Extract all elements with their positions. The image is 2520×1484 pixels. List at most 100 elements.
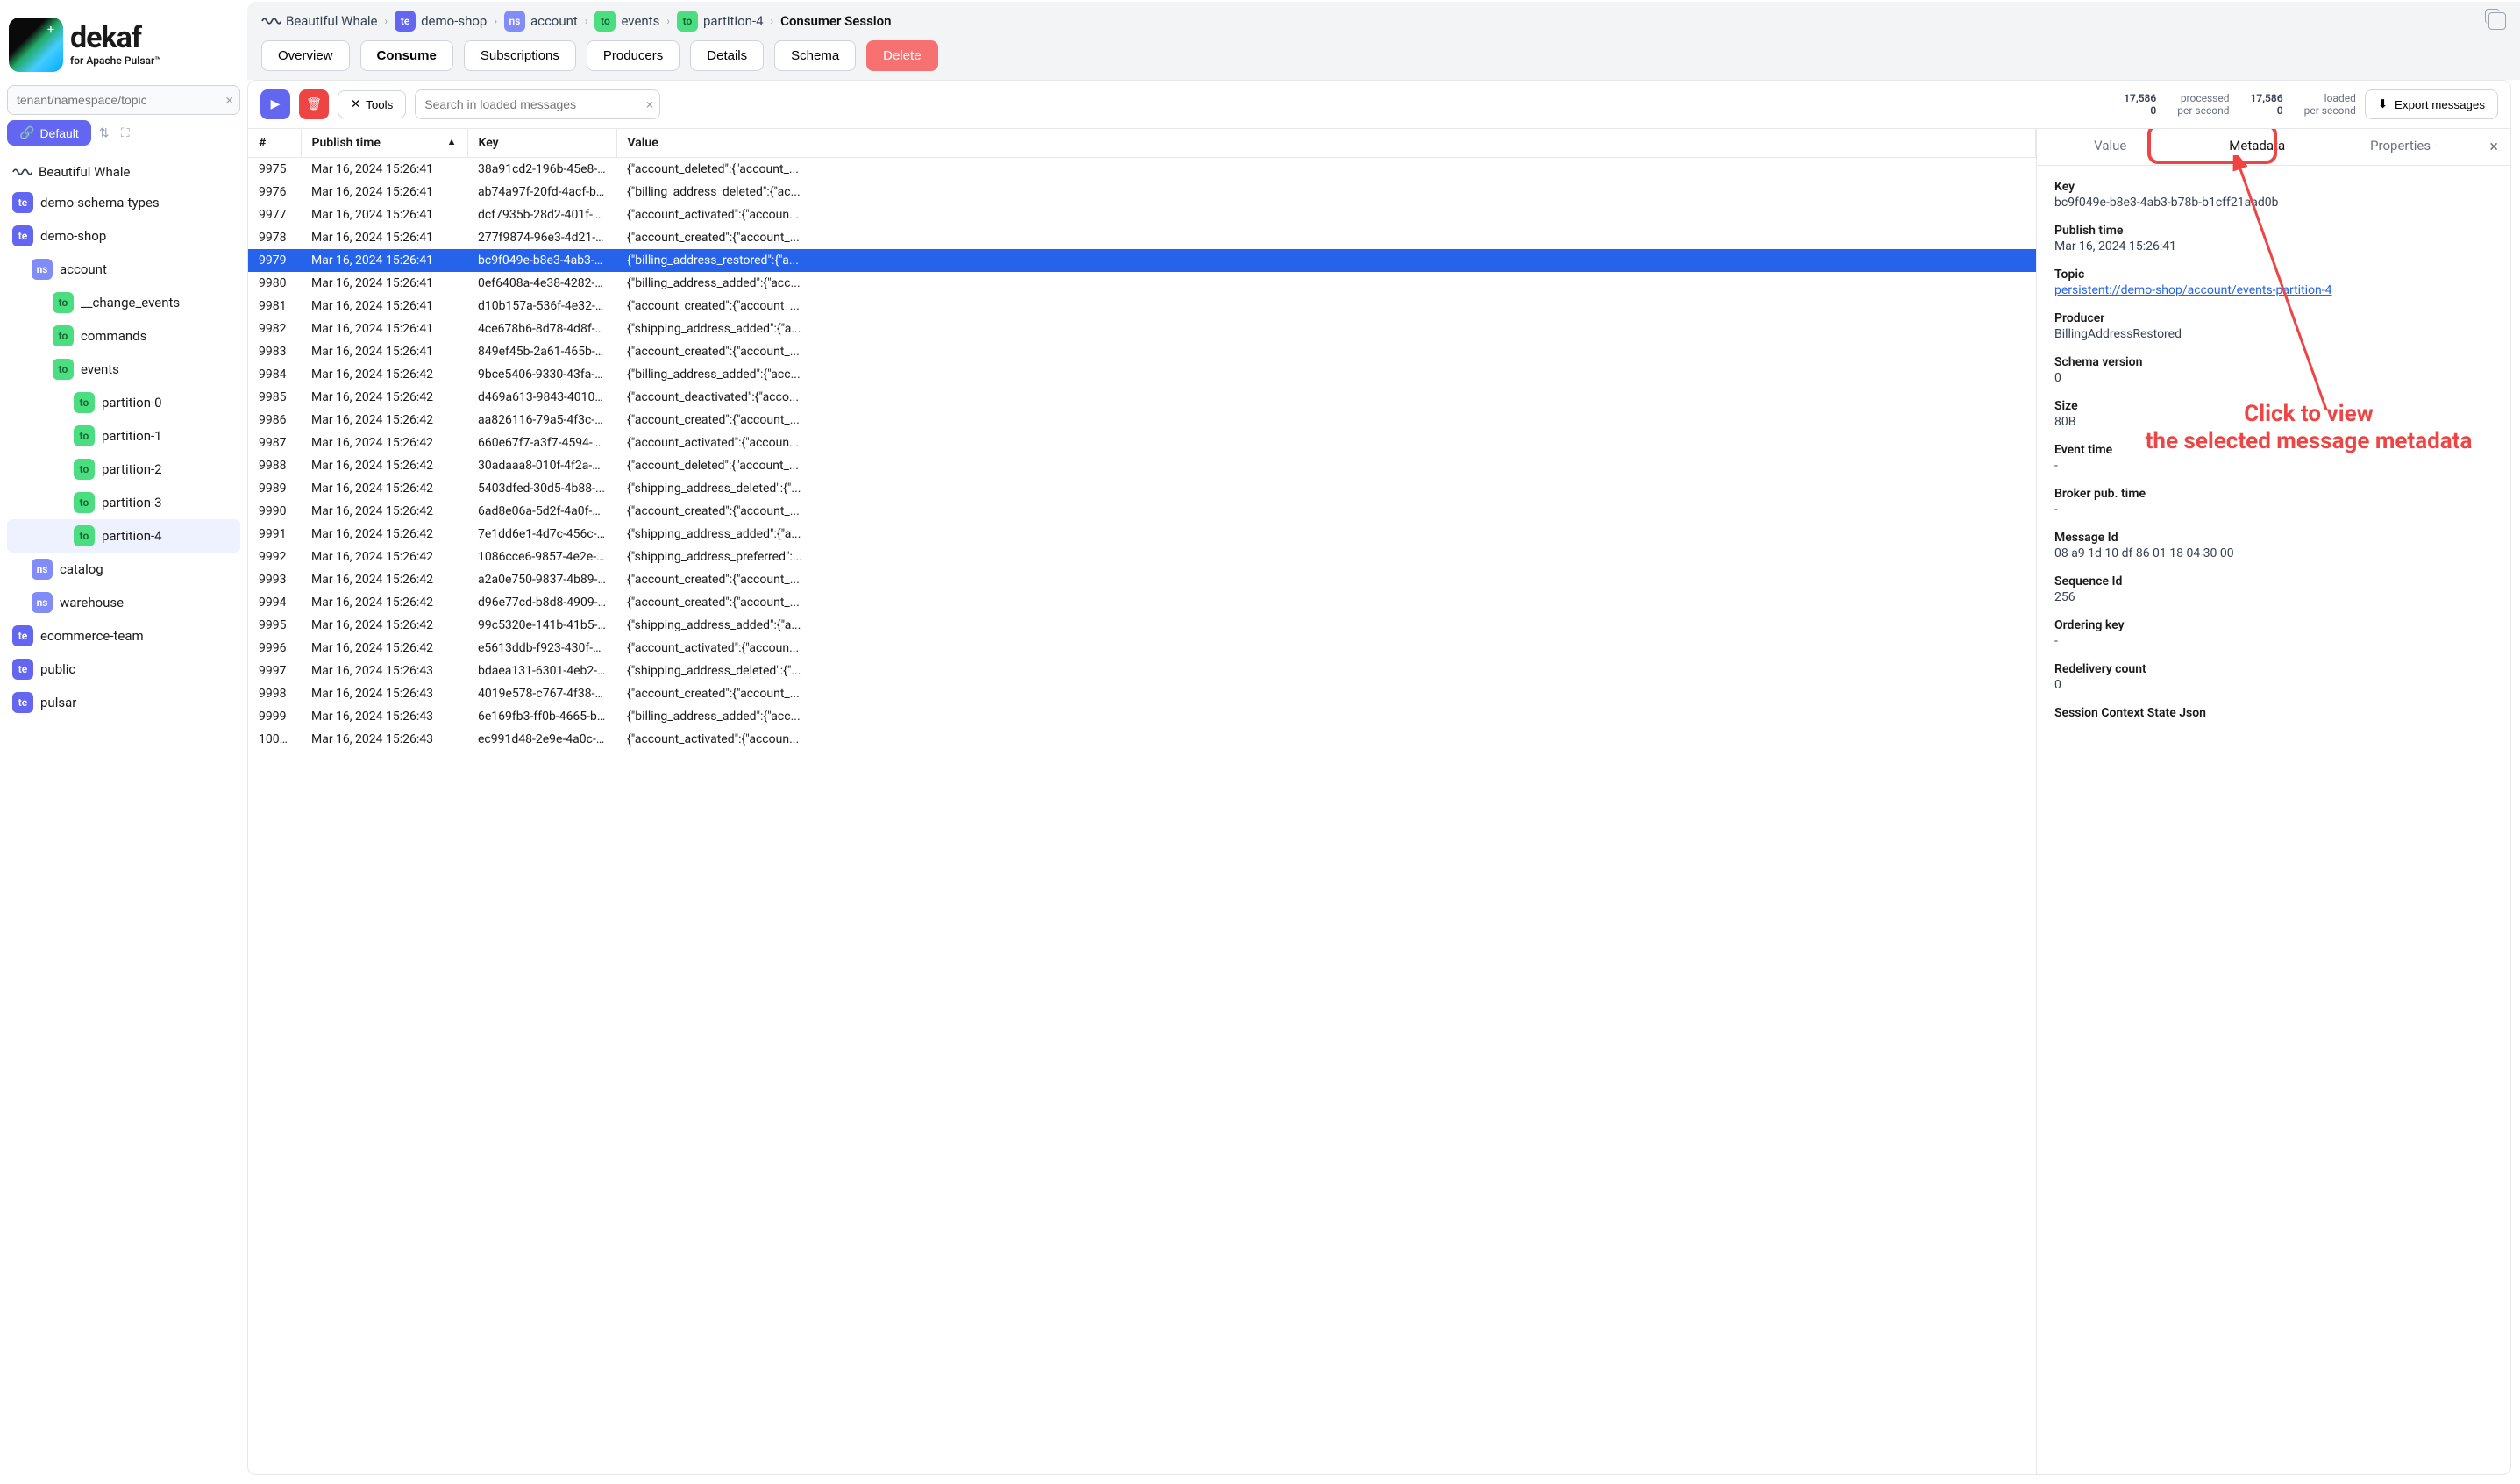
tree-item-demo-shop[interactable]: tedemo-shop <box>7 219 240 253</box>
clear-icon[interactable]: × <box>225 92 233 109</box>
breadcrumb-item[interactable]: tedemo-shop <box>395 11 487 32</box>
tree-item-commands[interactable]: tocommands <box>7 319 240 353</box>
message-row[interactable]: 9991Mar 16, 2024 15:26:427e1dd6e1-4d7c-4… <box>248 523 2036 546</box>
tab-properties[interactable]: Properties- <box>2331 129 2477 165</box>
field-label: Ordering key <box>2054 618 2493 632</box>
message-row[interactable]: 9992Mar 16, 2024 15:26:421086cce6-9857-4… <box>248 546 2036 568</box>
breadcrumb-item[interactable]: topartition-4 <box>677 11 764 32</box>
cell-n: 9990 <box>248 500 301 523</box>
field-value: bc9f049e-b8e3-4ab3-b78b-b1cff21aad0b <box>2054 196 2493 210</box>
message-row[interactable]: 9979Mar 16, 2024 15:26:41bc9f049e-b8e3-4… <box>248 249 2036 272</box>
tab-overview[interactable]: Overview <box>261 40 350 71</box>
field-value: Mar 16, 2024 15:26:41 <box>2054 239 2493 253</box>
message-row[interactable]: 9976Mar 16, 2024 15:26:41ab74a97f-20fd-4… <box>248 181 2036 203</box>
field-size: Size80B <box>2054 399 2493 429</box>
message-row[interactable]: 9995Mar 16, 2024 15:26:4299c5320e-141b-4… <box>248 614 2036 637</box>
message-row[interactable]: 9988Mar 16, 2024 15:26:4230adaaa8-010f-4… <box>248 454 2036 477</box>
message-row[interactable]: 9999Mar 16, 2024 15:26:436e169fb3-ff0b-4… <box>248 705 2036 728</box>
message-row[interactable]: 9985Mar 16, 2024 15:26:42d469a613-9843-4… <box>248 386 2036 409</box>
tab-consume[interactable]: Consume <box>360 40 453 71</box>
field-label: Session Context State Json <box>2054 706 2493 720</box>
export-button[interactable]: ⬇ Export messages <box>2365 89 2498 119</box>
tree-item-partition-0[interactable]: topartition-0 <box>7 386 240 419</box>
message-row[interactable]: 9975Mar 16, 2024 15:26:4138a91cd2-196b-4… <box>248 158 2036 182</box>
message-row[interactable]: 9980Mar 16, 2024 15:26:410ef6408a-4e38-4… <box>248 272 2036 295</box>
tree-label: account <box>60 261 107 277</box>
tab-delete[interactable]: Delete <box>866 40 937 71</box>
message-search-input[interactable] <box>415 89 660 119</box>
tree-item-beautiful-whale[interactable]: Beautiful Whale <box>7 158 240 186</box>
tab-metadata[interactable]: Metadata <box>2183 129 2330 165</box>
tab-details[interactable]: Details <box>690 40 764 71</box>
message-row[interactable]: 9977Mar 16, 2024 15:26:41dcf7935b-28d2-4… <box>248 203 2036 226</box>
message-row[interactable]: 9998Mar 16, 2024 15:26:434019e578-c767-4… <box>248 682 2036 705</box>
field-sequence-id: Sequence Id256 <box>2054 574 2493 604</box>
col-publish-time[interactable]: Publish time▲ <box>301 129 467 158</box>
tools-button[interactable]: ✕ Tools <box>338 90 406 118</box>
cell-k: e5613ddb-f923-430f-9... <box>467 637 616 660</box>
message-row[interactable]: 9984Mar 16, 2024 15:26:429bce5406-9330-4… <box>248 363 2036 386</box>
tree-item-partition-1[interactable]: topartition-1 <box>7 419 240 453</box>
message-row[interactable]: 9981Mar 16, 2024 15:26:41d10b157a-536f-4… <box>248 295 2036 317</box>
cell-t: Mar 16, 2024 15:26:43 <box>301 728 467 751</box>
breadcrumb-item[interactable]: nsaccount <box>504 11 578 32</box>
tab-producers[interactable]: Producers <box>587 40 680 71</box>
message-row[interactable]: 9993Mar 16, 2024 15:26:42a2a0e750-9837-4… <box>248 568 2036 591</box>
tree-item-partition-2[interactable]: topartition-2 <box>7 453 240 486</box>
message-row[interactable]: 10000Mar 16, 2024 15:26:43ec991d48-2e9e-… <box>248 728 2036 751</box>
te-badge: te <box>12 692 33 713</box>
cell-k: 4ce678b6-8d78-4d8f-9... <box>467 317 616 340</box>
col-value[interactable]: Value <box>616 129 2036 158</box>
copy-icon[interactable] <box>2488 12 2506 30</box>
tree-item-catalog[interactable]: nscatalog <box>7 553 240 586</box>
field-value[interactable]: persistent://demo-shop/account/events-pa… <box>2054 283 2493 297</box>
tree-item-partition-3[interactable]: topartition-3 <box>7 486 240 519</box>
breadcrumb-label: Consumer Session <box>780 13 891 29</box>
cell-t: Mar 16, 2024 15:26:42 <box>301 363 467 386</box>
breadcrumb-item[interactable]: toevents <box>594 11 659 32</box>
stats: 17,586 0 processed per second 17,586 0 l… <box>2124 92 2356 118</box>
field-label: Sequence Id <box>2054 574 2493 589</box>
collapse-icon[interactable]: ⇅ <box>96 125 112 141</box>
breadcrumb-item[interactable]: Beautiful Whale <box>261 13 377 29</box>
field-label: Event time <box>2054 443 2493 457</box>
tree-item-public[interactable]: tepublic <box>7 653 240 686</box>
message-row[interactable]: 9982Mar 16, 2024 15:26:414ce678b6-8d78-4… <box>248 317 2036 340</box>
tab-subscriptions[interactable]: Subscriptions <box>464 40 576 71</box>
tab-schema[interactable]: Schema <box>774 40 856 71</box>
tree-item--change-events[interactable]: to__change_events <box>7 286 240 319</box>
field-label: Size <box>2054 399 2493 413</box>
chevron-right-icon: › <box>494 15 497 27</box>
message-row[interactable]: 9986Mar 16, 2024 15:26:42aa826116-79a5-4… <box>248 409 2036 432</box>
cell-t: Mar 16, 2024 15:26:42 <box>301 568 467 591</box>
tree-item-pulsar[interactable]: tepulsar <box>7 686 240 719</box>
default-cluster-button[interactable]: 🔗 Default <box>7 120 91 146</box>
message-row[interactable]: 9996Mar 16, 2024 15:26:42e5613ddb-f923-4… <box>248 637 2036 660</box>
message-row[interactable]: 9994Mar 16, 2024 15:26:42d96e77cd-b8d8-4… <box>248 591 2036 614</box>
play-button[interactable]: ▶ <box>260 89 290 119</box>
tree-item-demo-schema-types[interactable]: tedemo-schema-types <box>7 186 240 219</box>
tab-value[interactable]: Value <box>2037 129 2183 165</box>
tree-item-warehouse[interactable]: nswarehouse <box>7 586 240 619</box>
col--[interactable]: # <box>248 129 301 158</box>
col-key[interactable]: Key <box>467 129 616 158</box>
clear-button[interactable]: 🗑 <box>299 89 329 119</box>
tree-item-account[interactable]: nsaccount <box>7 253 240 286</box>
close-detail-button[interactable]: × <box>2477 129 2510 165</box>
tree-item-ecommerce-team[interactable]: teecommerce-team <box>7 619 240 653</box>
breadcrumb-item[interactable]: Consumer Session <box>780 13 891 29</box>
message-row[interactable]: 9997Mar 16, 2024 15:26:43bdaea131-6301-4… <box>248 660 2036 682</box>
cell-v: {"account_deactivated":{"acco... <box>616 386 2036 409</box>
clear-icon[interactable]: × <box>646 96 654 113</box>
cell-n: 9977 <box>248 203 301 226</box>
tree-item-events[interactable]: toevents <box>7 353 240 386</box>
message-row[interactable]: 9978Mar 16, 2024 15:26:41277f9874-96e3-4… <box>248 226 2036 249</box>
message-row[interactable]: 9983Mar 16, 2024 15:26:41849ef45b-2a61-4… <box>248 340 2036 363</box>
message-row[interactable]: 9987Mar 16, 2024 15:26:42660e67f7-a3f7-4… <box>248 432 2036 454</box>
message-grid[interactable]: #Publish time▲KeyValue 9975Mar 16, 2024 … <box>248 129 2037 1474</box>
message-row[interactable]: 9990Mar 16, 2024 15:26:426ad8e06a-5d2f-4… <box>248 500 2036 523</box>
message-row[interactable]: 9989Mar 16, 2024 15:26:425403dfed-30d5-4… <box>248 477 2036 500</box>
sidebar-search-input[interactable] <box>7 85 240 115</box>
tree-item-partition-4[interactable]: topartition-4 <box>7 519 240 553</box>
expand-icon[interactable]: ⛶ <box>117 125 133 141</box>
